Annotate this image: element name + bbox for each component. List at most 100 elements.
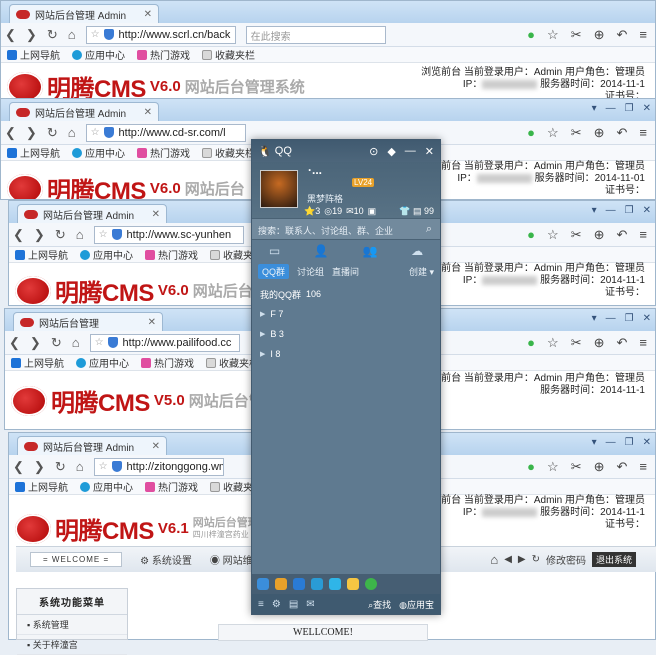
close-tab-icon[interactable]: ✕ [144, 107, 152, 118]
browser-tab[interactable]: 网站后台管理 Admin ✕ [17, 436, 167, 455]
weather-icon[interactable] [257, 578, 269, 590]
bookmark-nav[interactable]: 上网导航 [7, 47, 60, 62]
bookmark-games[interactable]: 热门游戏 [137, 145, 190, 160]
contacts-icon[interactable]: 👤 [314, 244, 329, 258]
logout-button[interactable]: 退出系统 [591, 552, 636, 567]
list-item[interactable]: 我的QQ群 106 [252, 284, 440, 304]
qq-search-input[interactable]: 搜索：联系人、讨论组、群、企业 ⌕ [252, 218, 440, 240]
close-window-icon[interactable]: ✕ [643, 205, 651, 216]
bookmark-apps[interactable]: 应用中心 [72, 47, 125, 62]
refresh-icon[interactable]: ↻ [532, 554, 540, 565]
bookmark-games[interactable]: 热门游戏 [137, 47, 190, 62]
minimize-icon[interactable]: — [606, 103, 616, 114]
file-icon[interactable]: ▤ [289, 599, 298, 610]
qq-signature[interactable]: 黑梦阵格 [307, 192, 343, 205]
maximize-icon[interactable]: ❐ [625, 313, 634, 324]
search-input[interactable]: 在此搜索 [245, 25, 386, 44]
back-icon[interactable]: ❮ [5, 125, 16, 141]
browser-tab[interactable]: 网站后台管理 Admin ✕ [9, 4, 159, 23]
find-button[interactable]: ⌕查找 [368, 598, 391, 611]
download-icon[interactable] [311, 578, 323, 590]
maximize-icon[interactable]: ❐ [625, 205, 634, 216]
tab-live[interactable]: 直播间 [332, 265, 359, 278]
mail-icon[interactable]: ✉ [306, 599, 314, 610]
qq-nickname[interactable]: ·... [308, 164, 322, 176]
bookmark-apps[interactable]: 应用中心 [76, 355, 129, 370]
minimize-icon[interactable]: — [606, 205, 616, 216]
forward-icon[interactable]: ❯ [26, 27, 37, 43]
bookmark-apps[interactable]: 应用中心 [72, 145, 125, 160]
appbox-button[interactable]: ◍应用宝 [399, 598, 440, 611]
tab-qq-groups[interactable]: QQ群 [258, 263, 290, 279]
maximize-icon[interactable]: ❐ [625, 103, 634, 114]
minimize-icon[interactable]: — [606, 437, 616, 448]
skin-icon[interactable]: ▾ [592, 205, 597, 216]
side-menu-item-about[interactable]: ▪ 关于梓潼宫 [17, 635, 127, 655]
music-icon[interactable] [329, 578, 341, 590]
browser-tab[interactable]: 网站后台管理 ✕ [13, 312, 163, 331]
favorite-icon[interactable]: ☆ [547, 27, 559, 43]
star-icon[interactable]: ☆ [91, 29, 100, 40]
change-password-button[interactable]: 修改密码 [546, 552, 586, 567]
maximize-icon[interactable]: ❐ [625, 437, 634, 448]
groups-icon[interactable]: 👥 [363, 244, 378, 258]
messages-icon[interactable]: ▭ [269, 244, 280, 258]
security-icon[interactable] [293, 578, 305, 590]
close-tab-icon[interactable]: ✕ [152, 441, 160, 452]
close-tab-icon[interactable]: ✕ [152, 209, 160, 220]
skin-icon[interactable]: ▾ [592, 437, 597, 448]
bookmark-apps[interactable]: 应用中心 [80, 247, 133, 262]
avatar[interactable] [260, 170, 298, 208]
address-bar[interactable]: ☆ http://www.scrl.cn/back [85, 25, 236, 44]
address-bar[interactable]: ☆ http://www.cd-sr.com/l [85, 123, 246, 142]
bookmark-nav[interactable]: 上网导航 [15, 479, 68, 494]
list-item[interactable]: ▶ F 7 [252, 304, 440, 324]
home-icon[interactable]: ⌂ [490, 552, 498, 567]
bookmark-nav[interactable]: 上网导航 [11, 355, 64, 370]
space-icon[interactable]: ☁ [411, 244, 423, 258]
back-icon[interactable]: ❮ [5, 27, 16, 43]
browser-tab[interactable]: 网站后台管理 Admin ✕ [17, 204, 167, 223]
bookmark-favorites[interactable]: 收藏夹栏 [202, 145, 255, 160]
main-menu-icon[interactable]: ≡ [258, 599, 264, 610]
bookmark-favorites[interactable]: 收藏夹栏 [202, 47, 255, 62]
bookmark-apps[interactable]: 应用中心 [80, 479, 133, 494]
home-icon[interactable]: ⌂ [68, 125, 76, 140]
reload-icon[interactable]: ↻ [47, 125, 58, 141]
browser-icon[interactable] [365, 578, 377, 590]
address-bar[interactable]: ☆ http://www.sc-yunhen [93, 225, 244, 244]
bookmark-games[interactable]: 热门游戏 [141, 355, 194, 370]
skin-icon[interactable]: ▾ [592, 313, 597, 324]
address-bar[interactable]: ☆ http://zitonggong.wm4 [93, 457, 224, 476]
home-icon[interactable]: ⌂ [68, 27, 76, 42]
search-icon[interactable]: ⌕ [426, 223, 432, 236]
forward-icon[interactable]: ❯ [26, 125, 37, 141]
medal-icon[interactable]: ⊙ [369, 145, 378, 158]
close-tab-icon[interactable]: ✕ [148, 317, 156, 328]
close-icon[interactable]: ✕ [425, 145, 434, 158]
prev-icon[interactable]: ◀ [504, 554, 512, 565]
bookmark-nav[interactable]: 上网导航 [15, 247, 68, 262]
address-bar[interactable]: ☆ http://www.pailifood.cc [89, 333, 240, 352]
tab-site-maintenance[interactable]: ◉ 网站维 [210, 552, 253, 567]
undo-icon[interactable]: ↶ [617, 27, 628, 43]
tab-system-settings[interactable]: ⚙ 系统设置 [140, 552, 192, 567]
browser-tab[interactable]: 网站后台管理 Admin ✕ [9, 102, 159, 121]
close-tab-icon[interactable]: ✕ [144, 9, 152, 20]
tab-discussions[interactable]: 讨论组 [297, 265, 324, 278]
reload-icon[interactable]: ↻ [47, 27, 58, 43]
list-item[interactable]: ▶ I 8 [252, 344, 440, 364]
minimize-icon[interactable]: — [606, 313, 616, 324]
cut-icon[interactable]: ✂ [571, 27, 582, 43]
settings-icon[interactable]: ⚙ [272, 599, 281, 610]
close-window-icon[interactable]: ✕ [643, 103, 651, 114]
minimize-icon[interactable]: — [405, 145, 416, 158]
shield-icon[interactable]: ◆ [387, 145, 395, 158]
skin-icon[interactable]: ▾ [592, 103, 597, 114]
close-window-icon[interactable]: ✕ [643, 313, 651, 324]
list-item[interactable]: ▶ B 3 [252, 324, 440, 344]
close-window-icon[interactable]: ✕ [643, 437, 651, 448]
pet-icon[interactable] [347, 578, 359, 590]
side-menu-item-system[interactable]: ▪ 系统管理 [17, 615, 127, 635]
bookmark-games[interactable]: 热门游戏 [145, 247, 198, 262]
